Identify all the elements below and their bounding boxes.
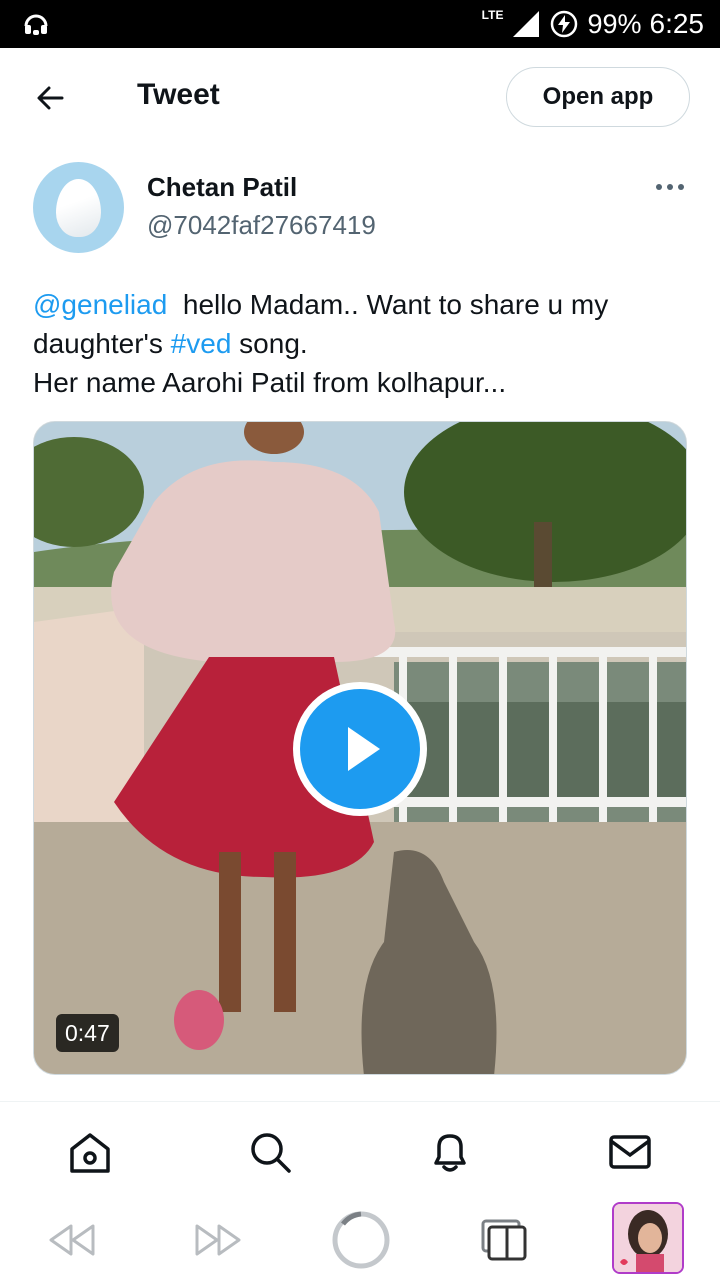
envelope-icon — [609, 1135, 651, 1169]
tabs-icon — [481, 1219, 527, 1261]
browser-back-button[interactable] — [44, 1208, 100, 1272]
status-bar: LTE 99% 6:25 — [0, 0, 720, 48]
author-handle[interactable]: @7042faf27667419 — [147, 210, 376, 241]
browser-tabs-button[interactable] — [478, 1208, 530, 1272]
tweet-text-line: Her name Aarohi Patil from kolhapur... — [33, 367, 507, 398]
search-icon — [251, 1133, 291, 1173]
signal-icon — [513, 11, 540, 37]
nav-notifications[interactable] — [426, 1128, 474, 1176]
open-app-button[interactable]: Open app — [506, 67, 690, 127]
profile-thumbnail[interactable] — [612, 1202, 684, 1274]
battery-charging-icon — [551, 10, 578, 38]
profile-photo-icon — [614, 1204, 682, 1272]
browser-home-button[interactable] — [330, 1208, 392, 1272]
browser-forward-button[interactable] — [190, 1208, 246, 1272]
more-dot-icon — [667, 184, 673, 190]
home-icon — [70, 1133, 110, 1173]
mention-link[interactable]: @geneliad — [33, 289, 167, 320]
tweet-text-part: song. — [231, 328, 308, 359]
arrow-left-icon — [37, 86, 64, 110]
play-button[interactable] — [293, 682, 427, 816]
avatar[interactable] — [33, 162, 124, 253]
default-egg-avatar-icon — [56, 179, 101, 237]
tweet-text: @geneliad hello Madam.. Want to share u … — [33, 285, 693, 402]
bottom-nav — [0, 1102, 720, 1202]
network-type: LTE — [481, 8, 504, 22]
more-options-button[interactable] — [652, 174, 688, 200]
nav-search[interactable] — [246, 1128, 294, 1176]
more-dot-icon — [678, 184, 684, 190]
bell-icon — [434, 1134, 466, 1172]
battery-percent: 99% — [587, 8, 642, 39]
back-button[interactable] — [28, 76, 72, 120]
app-header: Tweet Open app — [0, 48, 720, 148]
headset-icon — [24, 14, 48, 35]
author-name[interactable]: Chetan Patil — [147, 172, 297, 203]
video-media[interactable]: 0:47 — [33, 421, 687, 1075]
circle-home-icon — [332, 1211, 390, 1269]
fast-forward-icon — [195, 1224, 241, 1256]
nav-messages[interactable] — [606, 1128, 654, 1176]
rewind-icon — [49, 1224, 95, 1256]
hashtag-link[interactable]: #ved — [171, 328, 232, 359]
more-dot-icon — [656, 184, 662, 190]
nav-home[interactable] — [66, 1128, 114, 1176]
clock: 6:25 — [649, 8, 705, 39]
page-title: Tweet — [137, 78, 220, 111]
play-icon — [348, 727, 380, 771]
video-duration-badge: 0:47 — [56, 1014, 119, 1052]
